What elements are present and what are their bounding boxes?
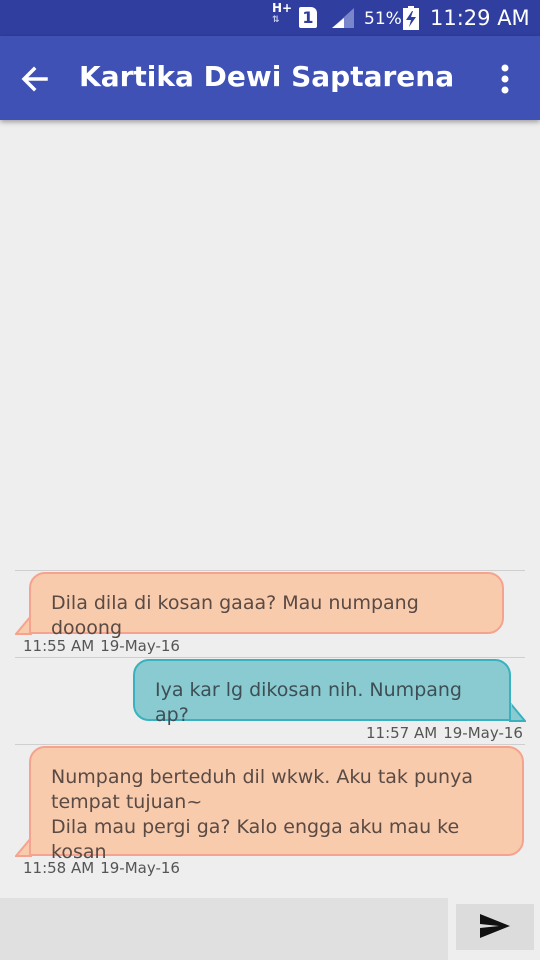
message-text-line: Numpang berteduh dil wkwk. Aku tak punya	[51, 766, 473, 788]
message-divider	[15, 657, 525, 658]
send-button[interactable]	[456, 904, 534, 950]
sim-label: 1	[302, 8, 314, 27]
status-time: 11:29 AM	[430, 6, 530, 30]
message-bubble: Numpang berteduh dil wkwk. Aku tak punya…	[29, 746, 524, 863]
message-date: 19-May-16	[443, 724, 523, 742]
message-input[interactable]	[0, 898, 448, 960]
message-text-line: tempat tujuan~	[51, 791, 203, 813]
more-vertical-icon[interactable]	[488, 60, 522, 98]
message-date: 19-May-16	[100, 859, 180, 877]
send-icon	[480, 913, 510, 938]
message-date: 19-May-16	[100, 637, 180, 655]
message-text-line: Dila mau pergi ga? Kalo engga aku mau ke…	[51, 816, 460, 863]
composer-bar	[0, 898, 540, 960]
message-divider	[15, 744, 525, 745]
message-divider	[15, 570, 525, 571]
status-bar: H+ ⇅ 1 51% 11:29 AM	[0, 0, 540, 36]
message-bubble: Iya kar lg dikosan nih. Numpang ap?	[133, 659, 511, 726]
message-meta: 11:57 AM 19-May-16	[366, 724, 529, 742]
sim-icon: 1	[299, 7, 317, 28]
signal-icon	[332, 8, 354, 28]
conversation-title: Kartika Dewi Saptarena	[79, 60, 455, 93]
message-time: 11:57 AM	[366, 724, 438, 742]
message-text: Dila dila di kosan gaaa? Mau numpang doo…	[51, 592, 419, 639]
message-meta: 11:58 AM 19-May-16	[23, 859, 186, 877]
network-type-label: H+	[272, 1, 293, 15]
message-text: Iya kar lg dikosan nih. Numpang ap?	[155, 679, 462, 726]
battery-charging-icon	[403, 6, 419, 30]
message-time: 11:55 AM	[23, 637, 95, 655]
message-time: 11:58 AM	[23, 859, 95, 877]
battery-percent: 51%	[364, 9, 402, 29]
arrow-left-icon[interactable]	[18, 62, 52, 96]
network-type-icon: H+ ⇅	[272, 1, 293, 25]
message-meta: 11:55 AM 19-May-16	[23, 637, 186, 655]
app-bar: Kartika Dewi Saptarena	[0, 36, 540, 120]
message-bubble: Dila dila di kosan gaaa? Mau numpang doo…	[29, 572, 504, 639]
